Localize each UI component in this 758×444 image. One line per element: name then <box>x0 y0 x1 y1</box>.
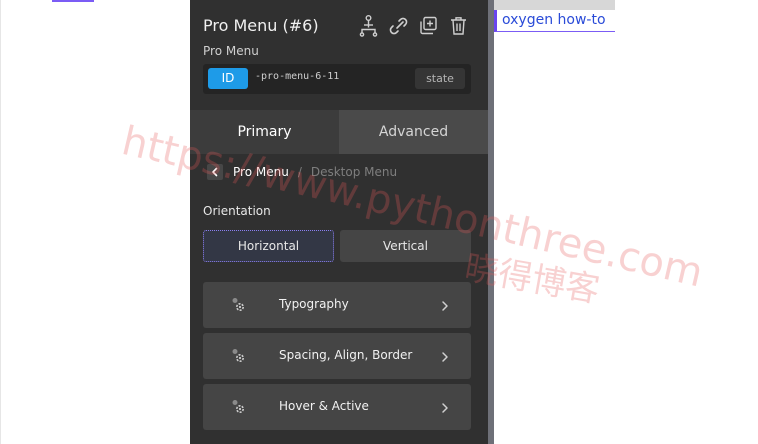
delete-icon[interactable] <box>448 14 469 38</box>
gear-icon <box>231 348 247 364</box>
chevron-right-icon <box>439 400 451 414</box>
canvas-menu-link[interactable]: oxygen how-to <box>494 10 615 32</box>
panel-resize-handle[interactable] <box>488 0 494 444</box>
gear-icon <box>231 297 247 313</box>
id-selector-row: ID -pro-menu-6-11 state <box>203 64 471 94</box>
orientation-horizontal-button[interactable]: Horizontal <box>203 230 334 262</box>
section-label-spacing: Spacing, Align, Border <box>279 348 413 362</box>
canvas-selection-line <box>52 0 94 2</box>
chevron-right-icon <box>439 349 451 363</box>
hover-active-section[interactable]: Hover & Active <box>203 384 471 430</box>
chevron-left-icon <box>212 167 218 177</box>
breadcrumb: Pro Menu / Desktop Menu <box>207 163 397 181</box>
orientation-vertical-button[interactable]: Vertical <box>340 230 471 262</box>
duplicate-icon[interactable] <box>418 14 439 38</box>
breadcrumb-current: Pro Menu <box>233 165 289 179</box>
element-title: Pro Menu (#6) <box>203 16 319 35</box>
canvas-right-area: oxygen how-to <box>494 0 758 444</box>
canvas-left-area <box>0 0 190 444</box>
id-badge[interactable]: ID <box>208 68 248 89</box>
panel-header: Pro Menu (#6) Pro Menu ID -pro-menu-6-11… <box>190 0 488 110</box>
back-button[interactable] <box>207 164 223 180</box>
orientation-toggle: Horizontal Vertical <box>203 230 471 262</box>
element-subtitle: Pro Menu <box>203 44 259 58</box>
canvas-edge <box>0 0 1 444</box>
gear-icon <box>231 399 247 415</box>
section-label-hover-active: Hover & Active <box>279 399 369 413</box>
link-icon[interactable] <box>388 14 409 38</box>
tab-primary[interactable]: Primary <box>190 110 339 154</box>
orientation-label: Orientation <box>203 204 271 218</box>
section-label-typography: Typography <box>279 297 349 311</box>
spacing-section[interactable]: Spacing, Align, Border <box>203 333 471 379</box>
breadcrumb-parent[interactable]: Desktop Menu <box>311 165 397 179</box>
structure-icon[interactable] <box>358 14 379 38</box>
panel-tabs: Primary Advanced <box>190 110 488 154</box>
header-actions <box>358 14 469 38</box>
properties-panel: Pro Menu (#6) Pro Menu ID -pro-menu-6-11… <box>190 0 488 444</box>
chevron-right-icon <box>439 298 451 312</box>
canvas-top-bar <box>494 0 615 10</box>
id-value[interactable]: -pro-menu-6-11 <box>255 71 339 82</box>
state-button[interactable]: state <box>415 68 465 89</box>
breadcrumb-separator: / <box>297 165 302 179</box>
typography-section[interactable]: Typography <box>203 282 471 328</box>
tab-advanced[interactable]: Advanced <box>339 110 488 154</box>
